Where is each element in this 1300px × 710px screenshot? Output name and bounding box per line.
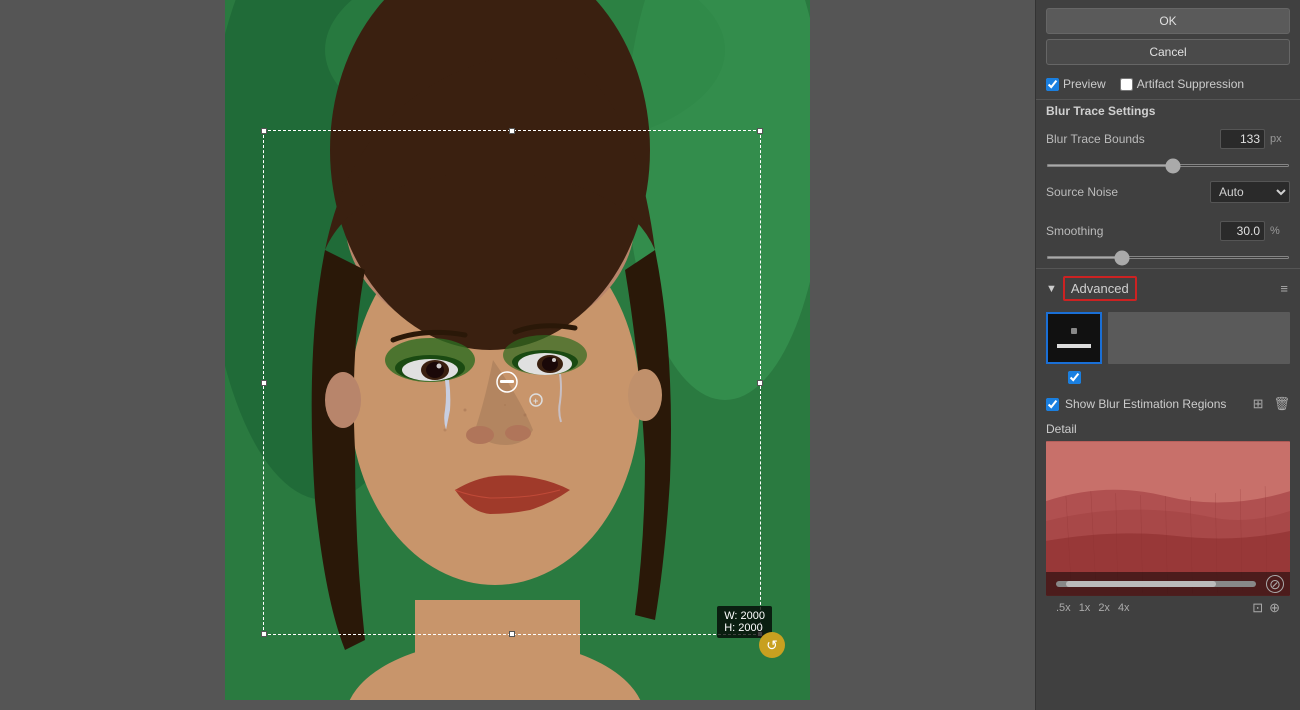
blur-trace-bounds-row: Blur Trace Bounds px — [1036, 124, 1300, 154]
show-blur-checkbox[interactable] — [1046, 398, 1059, 411]
show-blur-row: Show Blur Estimation Regions ⊞ 🗑 — [1036, 390, 1300, 418]
zoom-levels: .5x 1x 2x 4x — [1056, 602, 1130, 614]
source-noise-row: Source Noise Auto Low Medium High — [1036, 176, 1300, 208]
zoom-row: .5x 1x 2x 4x ⊡ ⊕ — [1046, 596, 1290, 620]
blur-trace-settings-header: Blur Trace Settings — [1036, 99, 1300, 124]
thumb-checkbox[interactable] — [1068, 371, 1081, 384]
thumbnail-area — [1036, 308, 1300, 390]
advanced-title-box: Advanced — [1063, 276, 1137, 301]
ok-button[interactable]: OK — [1046, 8, 1290, 34]
detail-preview — [1046, 441, 1290, 596]
rotation-handle[interactable]: ↺ — [759, 632, 785, 658]
smoothing-label: Smoothing — [1046, 224, 1103, 238]
detail-section: Detail — [1036, 418, 1300, 626]
delete-region-icon[interactable]: 🗑 — [1273, 396, 1290, 412]
thumb-frame[interactable] — [1046, 312, 1102, 364]
dimension-height: H: 2000 — [724, 622, 765, 634]
advanced-title: Advanced — [1071, 281, 1129, 296]
thumb-dot — [1071, 328, 1077, 334]
bounds-slider[interactable] — [1046, 164, 1290, 167]
dimension-tooltip: W: 2000 H: 2000 — [717, 606, 772, 638]
smoothing-value-group: % — [1220, 221, 1290, 241]
triangle-down-icon: ▼ — [1046, 283, 1057, 295]
zoom-4x[interactable]: 4x — [1118, 602, 1130, 614]
canvas-area[interactable]: + W: 2000 H: 2000 — [0, 0, 1035, 710]
preview-label: Preview — [1063, 77, 1106, 91]
advanced-section: ▼ Advanced ≡ — [1036, 268, 1300, 418]
advanced-header-left: ▼ Advanced — [1046, 276, 1137, 301]
photo-container: + W: 2000 H: 2000 — [225, 0, 810, 700]
bounds-value-group: px — [1220, 129, 1290, 149]
artifact-label: Artifact Suppression — [1137, 77, 1244, 91]
zoom-1x[interactable]: 1x — [1079, 602, 1091, 614]
show-blur-label: Show Blur Estimation Regions — [1065, 397, 1247, 411]
detail-no-icon — [1266, 575, 1284, 593]
dimension-width: W: 2000 — [724, 610, 765, 622]
thumb-wrapper — [1046, 312, 1102, 384]
add-region-icon[interactable]: ⊞ — [1253, 396, 1264, 412]
detail-label: Detail — [1046, 422, 1290, 436]
zoom-fit-icon[interactable]: ⊡ — [1252, 600, 1263, 616]
preview-checkbox[interactable] — [1046, 78, 1059, 91]
smoothing-slider-container — [1036, 246, 1300, 268]
artifact-checkbox[interactable] — [1120, 78, 1133, 91]
cancel-button[interactable]: Cancel — [1046, 39, 1290, 65]
face-illustration: + — [225, 0, 810, 700]
detail-overlay — [1046, 572, 1290, 596]
svg-text:+: + — [533, 396, 538, 406]
checkboxes-row: Preview Artifact Suppression — [1036, 71, 1300, 99]
thumb-inner — [1048, 314, 1100, 362]
panel-buttons: OK Cancel — [1036, 0, 1300, 71]
source-noise-label: Source Noise — [1046, 185, 1118, 199]
bounds-unit: px — [1270, 133, 1290, 145]
artifact-checkbox-item[interactable]: Artifact Suppression — [1120, 77, 1244, 91]
bounds-slider-container — [1036, 154, 1300, 176]
advanced-icons: ≡ — [1278, 279, 1290, 298]
thumb-right-area — [1108, 312, 1290, 364]
smoothing-row: Smoothing % — [1036, 216, 1300, 246]
zoom-in-icon[interactable]: ⊕ — [1269, 600, 1280, 616]
preview-checkbox-item[interactable]: Preview — [1046, 77, 1106, 91]
zoom-0.5x[interactable]: .5x — [1056, 602, 1071, 614]
smoothing-unit: % — [1270, 225, 1290, 237]
detail-scrollbar[interactable] — [1056, 581, 1256, 587]
zoom-2x[interactable]: 2x — [1098, 602, 1110, 614]
sliders-icon[interactable]: ≡ — [1278, 279, 1290, 298]
bounds-label: Blur Trace Bounds — [1046, 132, 1145, 146]
thumb-bar — [1057, 344, 1091, 348]
smoothing-input[interactable] — [1220, 221, 1265, 241]
source-noise-select[interactable]: Auto Low Medium High — [1210, 181, 1290, 203]
smoothing-slider[interactable] — [1046, 256, 1290, 259]
right-panel: OK Cancel Preview Artifact Suppression B… — [1035, 0, 1300, 710]
zoom-icons: ⊡ ⊕ — [1252, 600, 1280, 616]
advanced-header[interactable]: ▼ Advanced ≡ — [1036, 269, 1300, 308]
detail-scrollbar-thumb — [1066, 581, 1216, 587]
bounds-input[interactable] — [1220, 129, 1265, 149]
